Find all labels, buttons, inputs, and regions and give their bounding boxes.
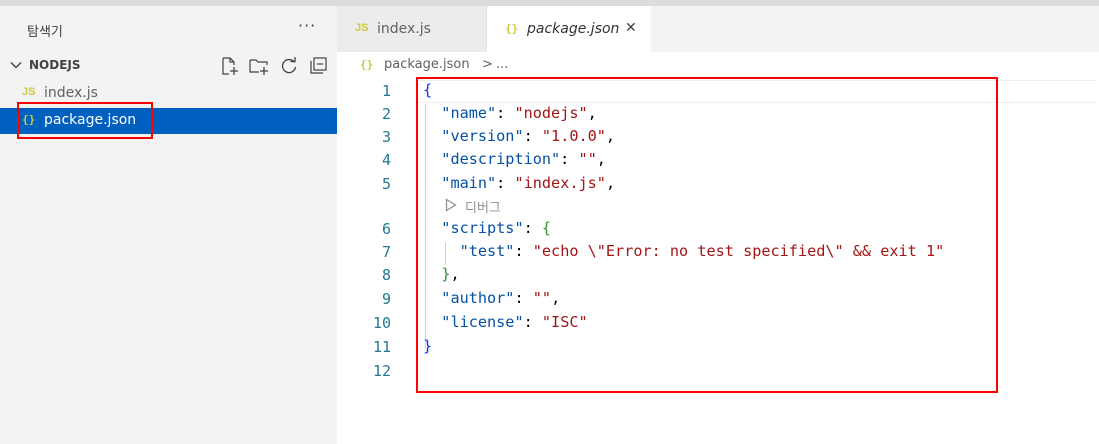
javascript-file-icon: JS <box>22 86 36 98</box>
collapse-all-icon[interactable] <box>308 55 330 77</box>
code-line: "version": "1.0.0", <box>441 127 616 145</box>
tab-index-js[interactable]: JS index.js <box>337 6 487 52</box>
line-number: 11 <box>372 338 391 356</box>
value-name: nodejs <box>523 104 579 122</box>
explorer-title: 탐색기 <box>27 25 63 40</box>
explorer-sidebar: 탐색기 ··· NODEJS JS index.js {} package.js… <box>0 6 337 444</box>
line-number: 5 <box>381 175 391 193</box>
tab-label: package.json <box>527 21 620 37</box>
code-line: "author": "", <box>441 289 561 307</box>
json-file-icon: {} <box>505 22 519 35</box>
current-line-highlight <box>417 80 1097 103</box>
tab-label: index.js <box>377 21 431 37</box>
code-line: "license": "ISC" <box>441 313 588 331</box>
line-number: 12 <box>372 362 391 380</box>
code-line: } <box>423 337 433 355</box>
value-license: ISC <box>551 313 579 331</box>
refresh-icon[interactable] <box>278 55 300 77</box>
more-actions-button[interactable]: ··· <box>298 16 316 35</box>
breadcrumb-more[interactable]: ... <box>496 57 508 72</box>
new-folder-icon[interactable] <box>248 55 270 77</box>
file-name: package.json <box>44 112 137 128</box>
file-item-package-json[interactable]: {} package.json <box>0 108 337 134</box>
code-line: "name": "nodejs", <box>441 104 597 122</box>
line-number: 9 <box>381 290 391 308</box>
code-line: "test": "echo \"Error: no test specified… <box>459 242 945 260</box>
value-version: 1.0.0 <box>551 127 597 145</box>
code-line: "main": "index.js", <box>441 174 616 192</box>
chevron-down-icon <box>10 62 22 69</box>
value-main: index.js <box>523 174 597 192</box>
breadcrumb-separator: > <box>482 57 493 72</box>
line-number: 6 <box>381 220 391 238</box>
line-number: 8 <box>381 266 391 284</box>
close-icon[interactable]: ✕ <box>625 20 637 36</box>
line-number: 10 <box>372 314 391 332</box>
explorer-header: 탐색기 ··· <box>0 6 337 51</box>
file-name: index.js <box>44 85 98 101</box>
folder-row-nodejs[interactable]: NODEJS <box>0 54 337 78</box>
line-number: 4 <box>381 151 391 169</box>
codelens-label: 디버그 <box>465 201 501 216</box>
code-line: }, <box>441 265 460 283</box>
json-file-icon: {} <box>360 58 374 71</box>
new-file-icon[interactable] <box>218 55 240 77</box>
play-icon <box>445 198 457 212</box>
editor-tab-bar: JS index.js {} package.json ✕ <box>337 6 1099 52</box>
line-number: 3 <box>381 128 391 146</box>
line-number: 2 <box>381 105 391 123</box>
tab-package-json[interactable]: {} package.json ✕ <box>487 6 651 52</box>
code-line: "description": "", <box>441 150 606 168</box>
code-line: { <box>423 81 433 99</box>
code-line: "scripts": { <box>441 219 552 237</box>
breadcrumb-file[interactable]: package.json <box>384 57 470 72</box>
javascript-file-icon: JS <box>355 22 369 34</box>
line-number: 1 <box>381 82 391 100</box>
value-test-script: echo \"Error: no test specified\" && exi… <box>541 242 936 260</box>
code-editor[interactable]: 1 2 3 4 5 6 7 8 9 10 11 12 { "name": "no… <box>337 78 1099 444</box>
folder-name: NODEJS <box>29 58 81 72</box>
file-item-index-js[interactable]: JS index.js <box>0 81 337 107</box>
json-file-icon: {} <box>22 113 36 126</box>
line-number: 7 <box>381 243 391 261</box>
